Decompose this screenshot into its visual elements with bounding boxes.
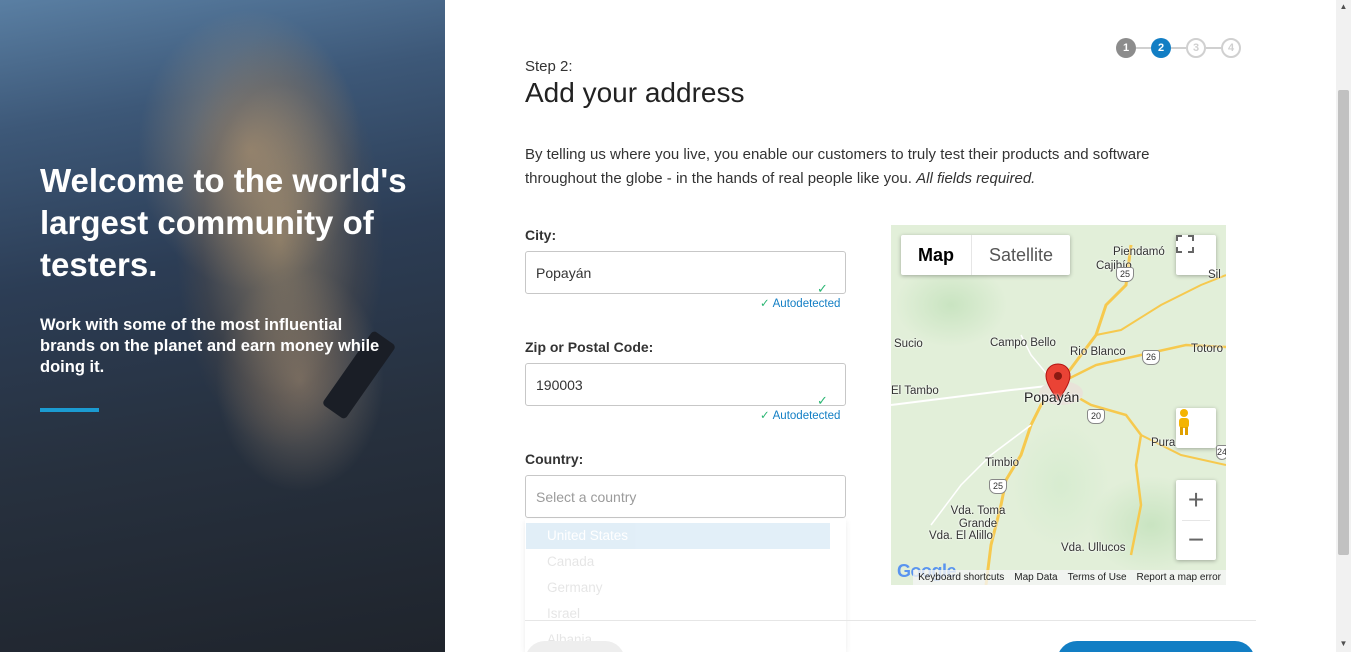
zip-autodetected: ✓ Autodetected (760, 408, 840, 422)
road-shield: 24 (1216, 445, 1226, 460)
map-label-vda-ullucos: Vda. Ullucos (1061, 542, 1126, 554)
hero-subtitle: Work with some of the most influential b… (40, 316, 380, 376)
country-select[interactable] (525, 475, 846, 518)
step-4: 4 (1221, 38, 1241, 58)
intro-text: By telling us where you live, you enable… (525, 143, 1225, 191)
map-label-rio-blanco: Rio Blanco (1070, 346, 1126, 358)
map-label-popayan: Popayán (1024, 389, 1080, 405)
step-connector (1206, 47, 1221, 49)
city-autodetected: ✓ Autodetected (760, 296, 840, 310)
intro-body: By telling us where you live, you enable… (525, 146, 1150, 187)
map-type-map-button[interactable]: Map (901, 235, 971, 275)
country-label: Country: (525, 451, 584, 467)
zoom-control: + − (1176, 480, 1216, 560)
country-option[interactable]: Canada (525, 549, 846, 575)
country-option[interactable]: Israel (525, 601, 846, 627)
hero-accent-bar (40, 408, 99, 412)
zip-input[interactable] (525, 363, 846, 406)
progress-stepper: 1 2 3 4 (1116, 38, 1241, 58)
zoom-out-icon[interactable]: − (1188, 520, 1204, 560)
step-connector (1171, 47, 1186, 49)
map-label-timbio: Timbio (985, 457, 1020, 469)
country-option[interactable]: Germany (525, 575, 846, 601)
map-label-piendamo: Piendamó (1113, 246, 1165, 258)
step-2: 2 (1151, 38, 1171, 58)
check-icon: ✓ (760, 410, 770, 422)
map-type-satellite-button[interactable]: Satellite (972, 235, 1070, 275)
map-terms-link[interactable]: Terms of Use (1062, 570, 1132, 585)
next-button[interactable] (1057, 641, 1255, 652)
country-option[interactable]: United States (526, 523, 830, 549)
zip-check-icon: ✓ (817, 393, 828, 408)
step-1: 1 (1116, 38, 1136, 58)
back-button[interactable] (525, 641, 625, 652)
map-attribution: Keyboard shortcuts Map Data Terms of Use… (891, 570, 1226, 585)
step-label: Step 2: (525, 58, 573, 75)
pegman-icon[interactable] (1176, 408, 1216, 448)
map-keyboard-shortcuts-link[interactable]: Keyboard shortcuts (913, 570, 1010, 585)
intro-required-note: All fields required. (916, 170, 1036, 187)
map-type-control: Map Satellite (901, 235, 1071, 275)
page-title: Add your address (525, 77, 745, 108)
zip-label: Zip or Postal Code: (525, 339, 654, 355)
city-label: City: (525, 227, 557, 243)
map-label-vda-toma-grande: Vda. Toma Grande (950, 505, 1006, 530)
scrollbar-thumb[interactable] (1338, 90, 1349, 555)
scroll-up-icon[interactable]: ▲ (1338, 2, 1349, 12)
map-label-el-tambo: El Tambo (891, 385, 939, 397)
zoom-in-icon[interactable]: + (1188, 480, 1204, 520)
hero-panel: Welcome to the world's largest community… (0, 0, 445, 652)
zip-autodetected-label: Autodetected (772, 410, 841, 422)
form-divider (525, 620, 1256, 621)
map-label-sil: Sil (1208, 269, 1221, 281)
city-input[interactable] (525, 251, 846, 294)
road-shield: 25 (1116, 267, 1134, 282)
map-data-link[interactable]: Map Data (1009, 570, 1063, 585)
check-icon: ✓ (760, 298, 770, 310)
hero-title: Welcome to the world's largest community… (40, 162, 407, 283)
scroll-down-icon[interactable]: ▼ (1338, 639, 1349, 649)
map-report-error-link[interactable]: Report a map error (1131, 570, 1226, 585)
road-shield: 25 (989, 479, 1007, 494)
step-3: 3 (1186, 38, 1206, 58)
road-shield: 26 (1142, 350, 1160, 365)
location-map[interactable]: Map Satellite + − Popayán Piendamó Cajib… (891, 225, 1226, 585)
step-connector (1136, 47, 1151, 49)
map-label-campo-bello: Campo Bello (990, 337, 1056, 349)
map-label-totoro: Totoro (1191, 343, 1223, 355)
city-autodetected-label: Autodetected (772, 298, 841, 310)
country-dropdown: United States Canada Germany Israel Alba… (525, 519, 846, 652)
city-check-icon: ✓ (817, 281, 828, 296)
map-label-sucio: Sucio (894, 338, 923, 350)
road-shield: 20 (1087, 409, 1105, 424)
map-label-pura: Pura (1151, 437, 1176, 449)
map-label-vda-el-alillo: Vda. El Alillo (929, 530, 993, 542)
